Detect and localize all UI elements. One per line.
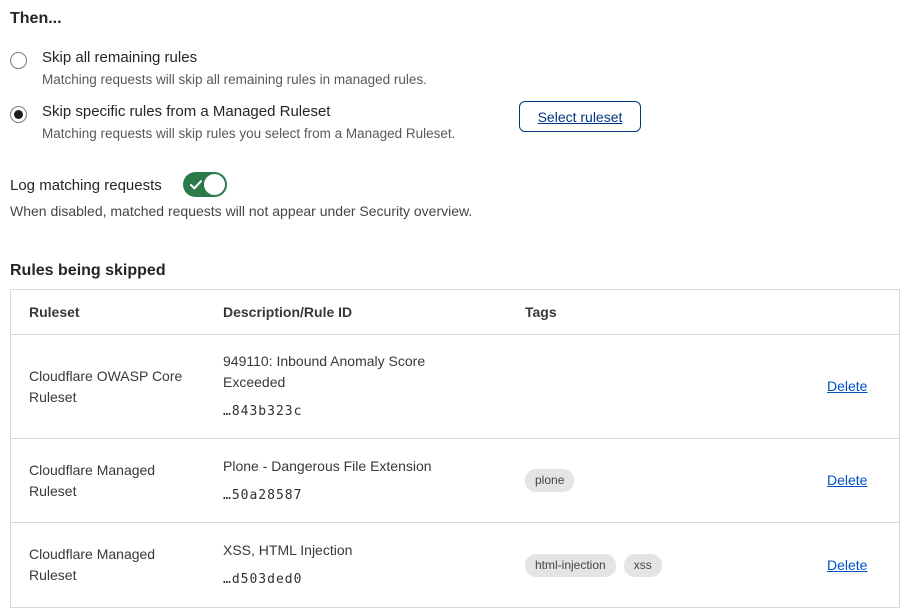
rule-id: …843b323c bbox=[223, 401, 489, 422]
rule-description: Plone - Dangerous File Extension bbox=[223, 456, 489, 477]
option-skip-all-label[interactable]: Skip all remaining rules bbox=[42, 49, 427, 66]
option-skip-specific-description: Matching requests will skip rules you se… bbox=[42, 126, 455, 141]
table-header-row: Ruleset Description/Rule ID Tags bbox=[11, 290, 899, 335]
rule-description: XSS, HTML Injection bbox=[223, 540, 489, 561]
rules-table: Ruleset Description/Rule ID Tags Cloudfl… bbox=[10, 289, 900, 608]
delete-link[interactable]: Delete bbox=[827, 557, 867, 573]
delete-link[interactable]: Delete bbox=[827, 472, 867, 488]
actions-cell: Delete bbox=[809, 539, 899, 592]
check-icon bbox=[190, 180, 202, 190]
log-help-text: When disabled, matched requests will not… bbox=[10, 203, 472, 219]
description-cell: XSS, HTML Injection …d503ded0 bbox=[205, 524, 507, 606]
column-header-ruleset: Ruleset bbox=[11, 304, 205, 320]
table-row: Cloudflare Managed RulesetXSS, HTML Inje… bbox=[11, 523, 899, 607]
option-skip-all-description: Matching requests will skip all remainin… bbox=[42, 72, 427, 87]
option-skip-specific-label[interactable]: Skip specific rules from a Managed Rules… bbox=[42, 103, 455, 120]
radio-skip-specific-rules[interactable] bbox=[10, 106, 27, 123]
table-row: Cloudflare OWASP Core Ruleset949110: Inb… bbox=[11, 335, 899, 439]
tag-pill: html-injection bbox=[525, 554, 616, 577]
column-header-tags: Tags bbox=[507, 304, 809, 320]
tags-cell bbox=[507, 371, 809, 403]
table-row: Cloudflare Managed RulesetPlone - Danger… bbox=[11, 439, 899, 523]
then-heading: Then... bbox=[10, 10, 62, 28]
radio-dot bbox=[14, 110, 23, 119]
ruleset-cell: Cloudflare Managed Ruleset bbox=[11, 528, 205, 602]
ruleset-cell: Cloudflare OWASP Core Ruleset bbox=[11, 350, 205, 424]
option-skip-all-remaining-rules: Skip all remaining rules Matching reques… bbox=[10, 49, 427, 87]
log-requests-toggle[interactable] bbox=[183, 172, 227, 197]
tags-cell: plone bbox=[507, 453, 809, 508]
rule-description: 949110: Inbound Anomaly Score Exceeded bbox=[223, 351, 489, 393]
radio-skip-all-remaining-rules[interactable] bbox=[10, 52, 27, 69]
delete-link[interactable]: Delete bbox=[827, 378, 867, 394]
rule-id: …50a28587 bbox=[223, 485, 489, 506]
tag-pill: plone bbox=[525, 469, 574, 492]
waf-exception-config-page: Then... Skip all remaining rules Matchin… bbox=[0, 0, 911, 614]
actions-cell: Delete bbox=[809, 454, 899, 507]
description-cell: 949110: Inbound Anomaly Score Exceeded …8… bbox=[205, 335, 507, 438]
rules-table-body: Cloudflare OWASP Core Ruleset949110: Inb… bbox=[11, 335, 899, 607]
description-cell: Plone - Dangerous File Extension …50a2858… bbox=[205, 440, 507, 522]
tags-cell: html-injection xss bbox=[507, 538, 809, 593]
rule-id: …d503ded0 bbox=[223, 569, 489, 590]
option-skip-specific-rules: Skip specific rules from a Managed Rules… bbox=[10, 103, 455, 141]
column-header-description: Description/Rule ID bbox=[205, 304, 507, 320]
actions-cell: Delete bbox=[809, 360, 899, 413]
tag-pill: xss bbox=[624, 554, 662, 577]
ruleset-cell: Cloudflare Managed Ruleset bbox=[11, 444, 205, 518]
rules-table-heading: Rules being skipped bbox=[10, 262, 166, 280]
log-matching-requests-label: Log matching requests bbox=[10, 177, 162, 194]
toggle-knob bbox=[204, 174, 225, 195]
select-ruleset-button[interactable]: Select ruleset bbox=[519, 101, 641, 132]
